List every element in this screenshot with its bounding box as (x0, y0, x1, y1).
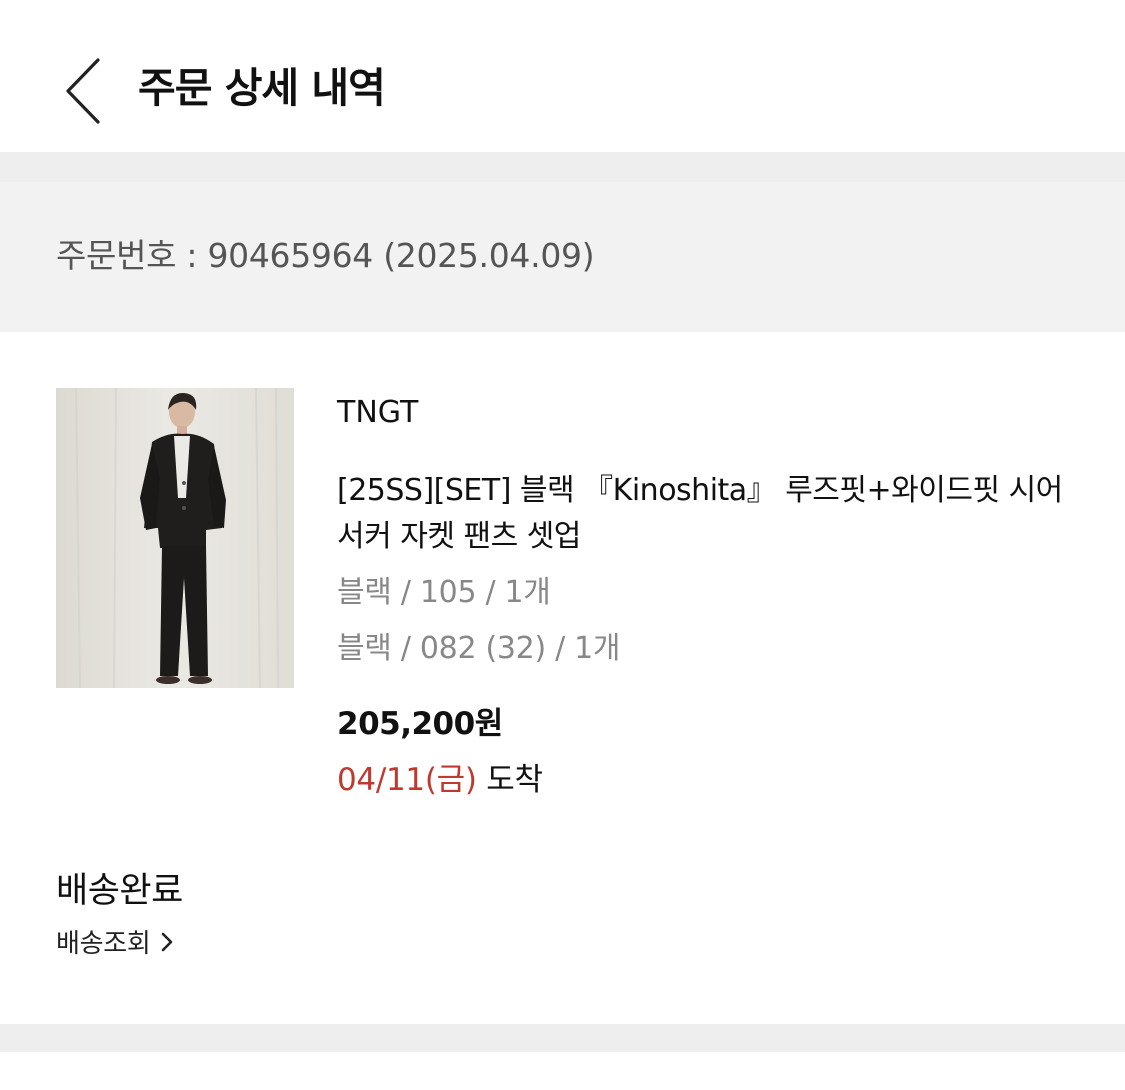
header: 주문 상세 내역 (0, 0, 1125, 152)
page-title: 주문 상세 내역 (138, 64, 386, 112)
delivery-status: 배송완료 (56, 871, 183, 911)
back-button[interactable] (52, 52, 116, 132)
arrival-date: 04/11(금) (337, 762, 477, 798)
product-photo (56, 388, 294, 688)
chevron-right-icon (160, 925, 174, 965)
product-brand[interactable]: TNGT (337, 392, 418, 434)
product-image[interactable] (56, 388, 294, 688)
section-divider (0, 1024, 1125, 1052)
track-delivery-link[interactable]: 배송조회 (56, 924, 174, 965)
product-option: 블랙 / 082 (32) / 1개 (337, 631, 621, 666)
chevron-left-icon (66, 58, 100, 124)
track-delivery-label: 배송조회 (56, 929, 151, 959)
arrival-info: 04/11(금) 도착 (337, 758, 543, 802)
arrival-suffix: 도착 (486, 762, 543, 798)
product-option: 블랙 / 105 / 1개 (337, 575, 551, 610)
section-divider (0, 152, 1125, 182)
product-name[interactable]: [25SS][SET] 블랙 『Kinoshita』 루즈핏+와이드핏 시어서커… (337, 468, 1077, 560)
order-number: 주문번호 : 90465964 (2025.04.09) (56, 236, 595, 275)
product-price: 205,200원 (337, 706, 503, 742)
